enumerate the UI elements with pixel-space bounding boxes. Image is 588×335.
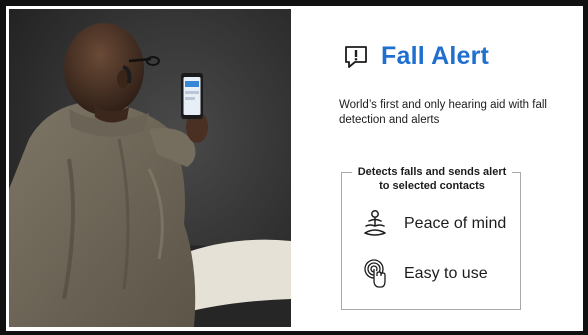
- exclamation-chat-icon: [345, 45, 367, 68]
- subtitle: World’s first and only hearing aid with …: [339, 99, 547, 126]
- meditation-icon: [364, 210, 386, 236]
- feature-callout: Detects falls and sends alert to selecte…: [341, 165, 521, 310]
- feature-label: Easy to use: [404, 265, 488, 282]
- feature-peace-of-mind: Peace of mind: [362, 209, 506, 239]
- title-row: Fall Alert: [343, 42, 489, 71]
- page-title: Fall Alert: [381, 42, 490, 70]
- photo-illustration: [9, 9, 291, 327]
- feature-label: Peace of mind: [404, 215, 507, 232]
- content-panel: Fall Alert World’s first and only hearin…: [291, 0, 583, 330]
- photo-man-with-phone: [9, 9, 291, 327]
- touch-gesture-icon: [364, 259, 386, 288]
- callout-heading: Detects falls and sends alert to selecte…: [352, 165, 512, 193]
- feature-easy-to-use: Easy to use: [362, 259, 488, 289]
